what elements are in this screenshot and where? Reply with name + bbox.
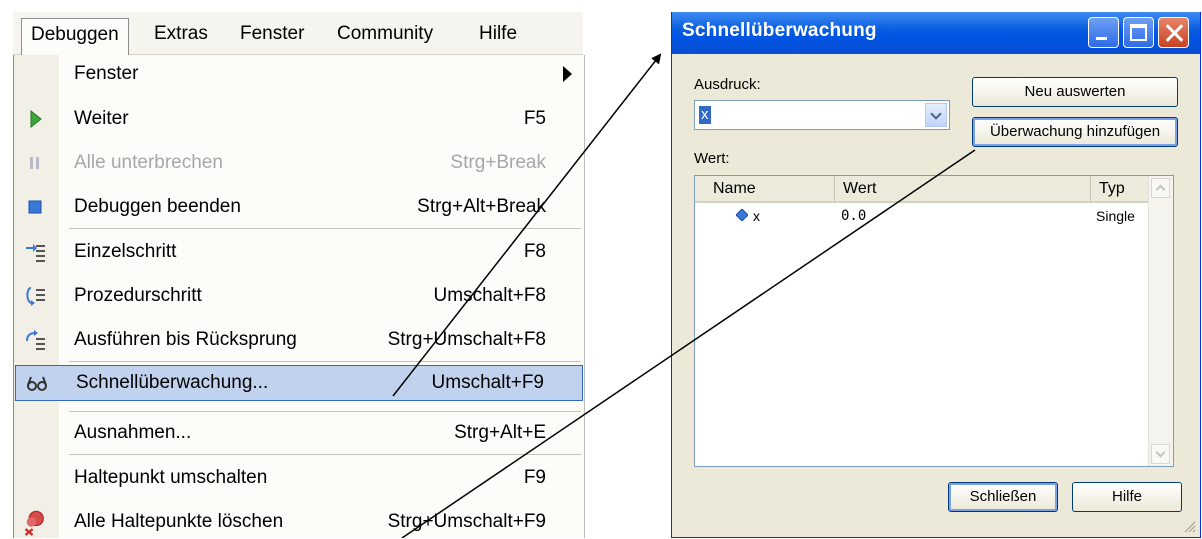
- menu-community[interactable]: Community: [337, 18, 433, 50]
- menu-item-ausnahmen[interactable]: Ausnahmen... Strg+Alt+E: [14, 416, 584, 450]
- add-watch-button[interactable]: Überwachung hinzufügen: [972, 117, 1178, 147]
- column-header-label: Typ: [1099, 180, 1125, 197]
- menu-item-shortcut: F8: [523, 241, 546, 262]
- close-button[interactable]: Schließen: [948, 482, 1058, 512]
- scroll-up-button[interactable]: [1151, 178, 1170, 198]
- column-header-label: Wert: [843, 180, 877, 197]
- chevron-up-icon: [1155, 184, 1166, 195]
- menu-separator: [69, 228, 581, 229]
- menu-item-alle-unterbrechen: Alle unterbrechen Strg+Break: [14, 146, 584, 180]
- menu-item-label: Ausführen bis Rücksprung: [74, 329, 297, 350]
- menu-item-label: Weiter: [74, 108, 129, 129]
- column-header-name[interactable]: Name: [695, 176, 835, 203]
- variable-icon: [736, 209, 748, 221]
- menu-item-shortcut: F9: [523, 467, 546, 488]
- menu-item-shortcut: Strg+Alt+E: [454, 422, 546, 443]
- menu-separator: [69, 454, 581, 455]
- expression-label: Ausdruck:: [694, 76, 761, 93]
- menu-item-schnellueberwachung[interactable]: Schnellüberwachung... Umschalt+F9: [15, 365, 583, 401]
- menu-item-shortcut: Umschalt+F8: [433, 285, 546, 306]
- menu-item-label: Fenster: [74, 63, 139, 84]
- step-into-icon: [26, 244, 45, 262]
- menu-item-einzelschritt[interactable]: Einzelschritt F8: [14, 235, 584, 269]
- step-out-icon: [26, 330, 45, 350]
- menu-item-label: Ausnahmen...: [74, 422, 192, 443]
- clear-breakpoints-icon: [24, 510, 44, 536]
- menu-item-fenster[interactable]: Fenster: [14, 57, 584, 91]
- menu-item-shortcut: Strg+Umschalt+F8: [387, 329, 546, 350]
- submenu-arrow-icon: [563, 66, 572, 82]
- menu-item-weiter[interactable]: Weiter F5: [14, 102, 584, 136]
- menu-hilfe[interactable]: Hilfe: [479, 18, 517, 50]
- cell-name: x: [753, 208, 760, 224]
- help-button[interactable]: Hilfe: [1072, 482, 1182, 512]
- expression-value: x: [699, 106, 711, 124]
- menu-bar: Debuggen Extras Fenster Community Hilfe: [13, 12, 583, 56]
- dialog-titlebar[interactable]: Schnellüberwachung: [672, 12, 1200, 54]
- menu-separator: [69, 411, 581, 412]
- cell-type: Single: [1096, 208, 1135, 224]
- pause-icon: [30, 157, 39, 169]
- dialog-title: Schnellüberwachung: [682, 20, 877, 41]
- chevron-down-icon: [930, 108, 942, 120]
- menu-fenster[interactable]: Fenster: [240, 18, 304, 50]
- menu-item-shortcut: Strg+Break: [450, 152, 546, 173]
- quickwatch-icon: [27, 376, 47, 391]
- column-header-label: Name: [713, 180, 756, 197]
- cell-value: 0.0: [841, 208, 867, 224]
- reevaluate-button[interactable]: Neu auswerten: [972, 77, 1178, 107]
- menu-item-ausfuehren-bis-ruecksprung[interactable]: Ausführen bis Rücksprung Strg+Umschalt+F…: [14, 323, 584, 357]
- maximize-button[interactable]: [1123, 17, 1154, 48]
- menu-item-label: Haltepunkt umschalten: [74, 467, 268, 488]
- menu-separator: [69, 361, 581, 362]
- debug-dropdown-menu: Fenster Weiter F5 Alle unterbrechen Strg…: [13, 55, 585, 538]
- menu-debuggen[interactable]: Debuggen: [21, 18, 129, 56]
- column-header-type[interactable]: Typ: [1091, 176, 1149, 203]
- vertical-scrollbar[interactable]: [1148, 176, 1173, 466]
- scroll-down-button[interactable]: [1151, 444, 1170, 464]
- menu-item-haltepunkt-umschalten[interactable]: Haltepunkt umschalten F9: [14, 461, 584, 495]
- menu-item-label: Einzelschritt: [74, 241, 177, 262]
- menu-item-label: Alle Haltepunkte löschen: [74, 511, 284, 532]
- value-label: Wert:: [694, 150, 730, 167]
- menu-item-shortcut: Strg+Alt+Break: [417, 196, 546, 217]
- expression-combobox[interactable]: x: [694, 100, 950, 130]
- maximize-icon: [1130, 24, 1147, 41]
- resize-grip-icon[interactable]: [1184, 521, 1196, 533]
- play-icon: [30, 109, 42, 129]
- menu-item-debuggen-beenden[interactable]: Debuggen beenden Strg+Alt+Break: [14, 190, 584, 224]
- menu-item-alle-haltepunkte-loeschen[interactable]: Alle Haltepunkte löschen Strg+Umschalt+F…: [14, 505, 584, 539]
- quickwatch-dialog: Schnellüberwachung Ausdruck: x Neu auswe…: [671, 12, 1201, 538]
- menu-item-label: Prozedurschritt: [74, 285, 202, 306]
- value-grid[interactable]: Name Wert Typ x 0.0 Single: [694, 175, 1174, 467]
- menu-extras[interactable]: Extras: [154, 18, 208, 50]
- column-header-value[interactable]: Wert: [835, 176, 1091, 203]
- menu-item-shortcut: Strg+Umschalt+F9: [387, 511, 546, 532]
- step-over-icon: [26, 287, 45, 306]
- menu-item-shortcut: F5: [523, 108, 546, 129]
- minimize-button[interactable]: [1088, 17, 1119, 48]
- menu-item-label: Schnellüberwachung...: [76, 372, 269, 393]
- menu-item-label: Debuggen beenden: [74, 196, 241, 217]
- dropdown-button[interactable]: [925, 103, 947, 127]
- close-window-button[interactable]: [1158, 17, 1189, 48]
- menu-item-label: Alle unterbrechen: [74, 152, 223, 173]
- stop-icon: [28, 200, 42, 214]
- menu-item-shortcut: Umschalt+F9: [431, 372, 544, 393]
- menu-item-prozedurschritt[interactable]: Prozedurschritt Umschalt+F8: [14, 279, 584, 313]
- chevron-down-icon: [1155, 447, 1166, 458]
- minimize-icon: [1096, 37, 1107, 40]
